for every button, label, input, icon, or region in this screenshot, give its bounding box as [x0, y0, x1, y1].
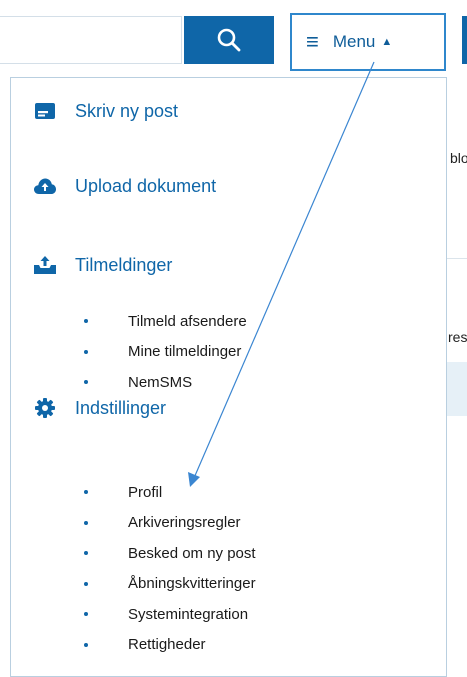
bullet: [84, 642, 88, 647]
caret-up-icon: ▲: [381, 36, 393, 48]
menu-item-upload-dokument[interactable]: Upload dokument: [34, 175, 216, 197]
cloud-upload-icon: [34, 175, 56, 197]
bullet: [84, 380, 88, 385]
background-text-fragment: res: [448, 329, 467, 345]
inbox-upload-icon: [34, 254, 56, 276]
search-button[interactable]: [184, 16, 274, 64]
submenu-item-label: Profil: [128, 483, 163, 501]
menu-item-label: Upload dokument: [75, 175, 217, 196]
bullet: [84, 612, 88, 617]
gear-icon: [34, 397, 56, 419]
submenu-item-label: Besked om ny post: [128, 544, 256, 562]
menu-dropdown: Skriv ny post Upload dokument Tilmelding…: [10, 77, 447, 677]
background-text-fragment: blo: [450, 150, 467, 166]
bullet: [84, 551, 88, 556]
background-highlight-row: [447, 362, 467, 416]
submenu-item-label: Arkiveringsregler: [128, 514, 241, 532]
menu-item-label: Tilmeldinger: [75, 254, 173, 275]
submenu-item-label: Systemintegration: [128, 605, 249, 623]
menu-item-tilmeldinger[interactable]: Tilmeldinger: [34, 254, 172, 276]
divider: [447, 258, 467, 259]
bullet: [84, 490, 88, 495]
menu-item-indstillinger[interactable]: Indstillinger: [34, 397, 166, 419]
menu-item-label: Indstillinger: [75, 397, 167, 418]
submenu-item-label: Tilmeld afsendere: [128, 312, 247, 330]
menu-button-label: Menu: [332, 32, 376, 51]
search-input[interactable]: [0, 16, 182, 64]
bullet: [84, 349, 88, 354]
menu-item-label: Skriv ny post: [75, 100, 179, 121]
submenu-item-label: Åbningskvitteringer: [128, 575, 256, 593]
bullet: [84, 581, 88, 586]
submenu-item-label: NemSMS: [128, 373, 193, 391]
submenu-item-label: Mine tilmeldinger: [128, 343, 242, 361]
search-icon: [217, 28, 241, 52]
compose-icon: [34, 100, 56, 122]
hamburger-icon: ≡: [306, 29, 319, 54]
bullet: [84, 520, 88, 525]
menu-item-skriv-ny-post[interactable]: Skriv ny post: [34, 100, 178, 122]
header-edge: [462, 16, 467, 64]
bullet: [84, 319, 88, 324]
submenu-item-label: Rettigheder: [128, 636, 206, 654]
menu-button[interactable]: ≡ Menu ▲: [290, 13, 446, 71]
